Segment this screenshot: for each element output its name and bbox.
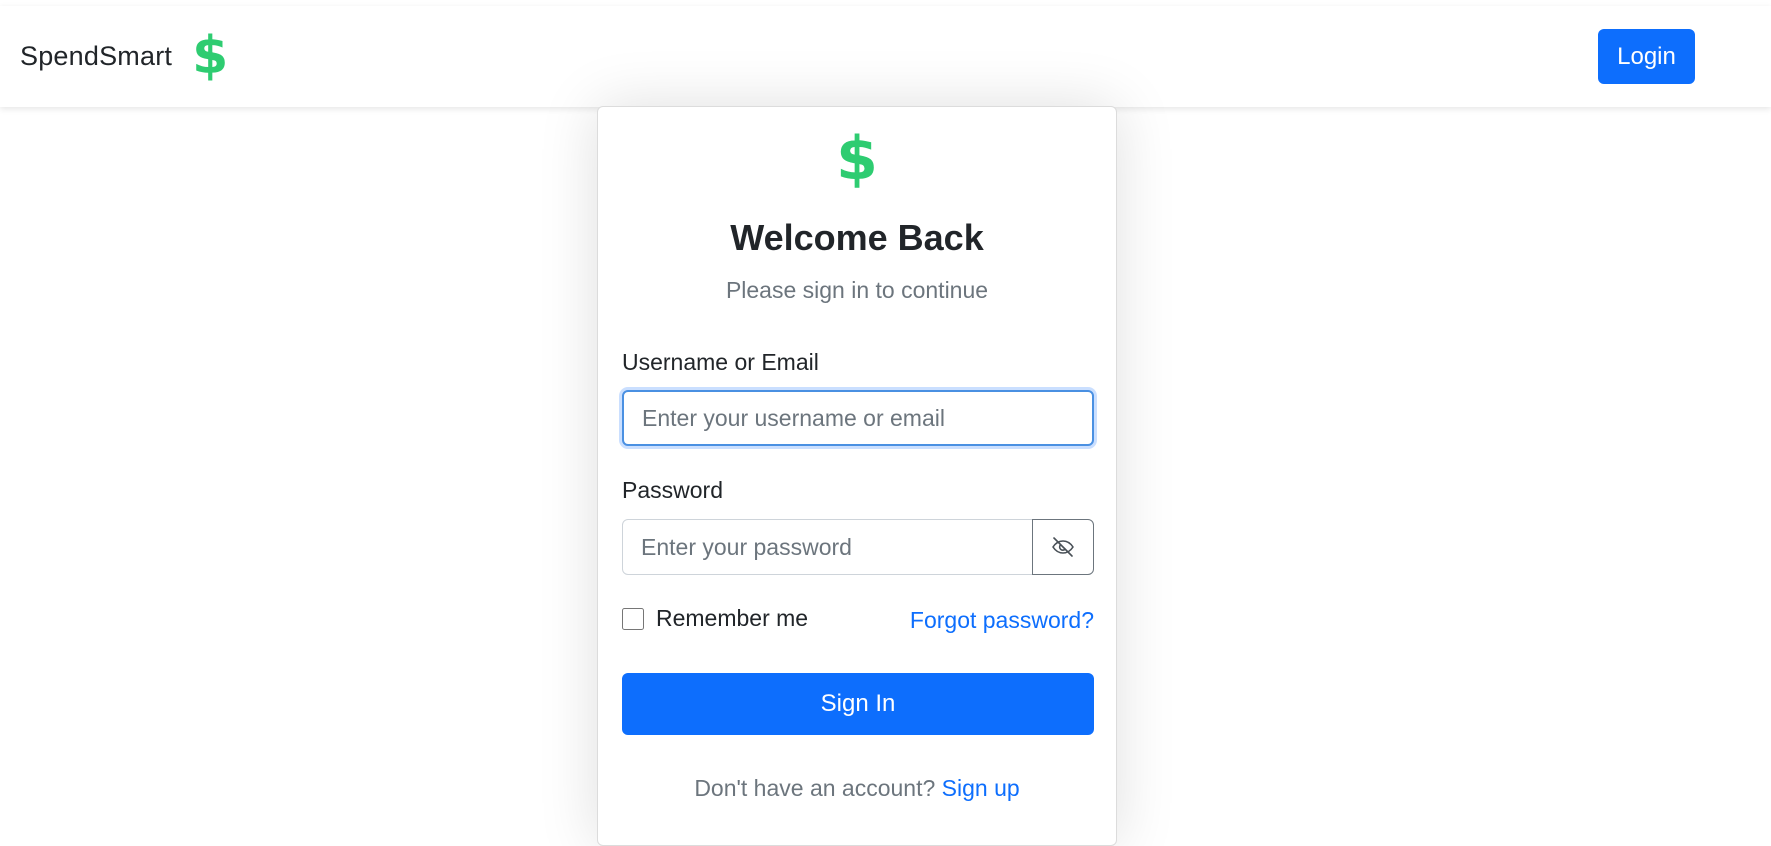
remember-me-label: Remember me <box>656 605 809 631</box>
forgot-password-link[interactable]: Forgot password? <box>910 607 1094 634</box>
signup-row: Don't have an account? Sign up <box>598 775 1116 802</box>
remember-me-checkbox[interactable] <box>622 607 644 630</box>
login-button[interactable]: Login <box>1598 29 1695 84</box>
username-input[interactable] <box>622 390 1094 446</box>
password-input[interactable] <box>622 519 1033 575</box>
password-label: Password <box>622 477 723 503</box>
page-subtitle: Please sign in to continue <box>725 277 989 303</box>
sign-in-button[interactable]: Sign In <box>622 673 1094 735</box>
remember-me[interactable]: Remember me <box>622 605 808 632</box>
navbar: SpendSmart $ Login <box>0 6 1771 107</box>
card-logo: $ <box>598 129 1116 189</box>
eye-slash-icon <box>1052 537 1074 557</box>
username-label: Username or Email <box>622 349 819 375</box>
dollar-icon: $ <box>192 26 229 86</box>
dollar-icon: $ <box>836 124 878 194</box>
sign-up-link[interactable]: Sign up <box>942 775 1020 801</box>
signup-prompt: Don't have an account? <box>694 775 942 801</box>
brand[interactable]: SpendSmart $ <box>20 6 228 106</box>
page-title: Welcome Back <box>730 217 984 258</box>
password-visibility-toggle[interactable] <box>1032 519 1094 575</box>
brand-name: SpendSmart <box>20 40 173 71</box>
login-card: $ Welcome Back Please sign in to continu… <box>597 106 1117 846</box>
